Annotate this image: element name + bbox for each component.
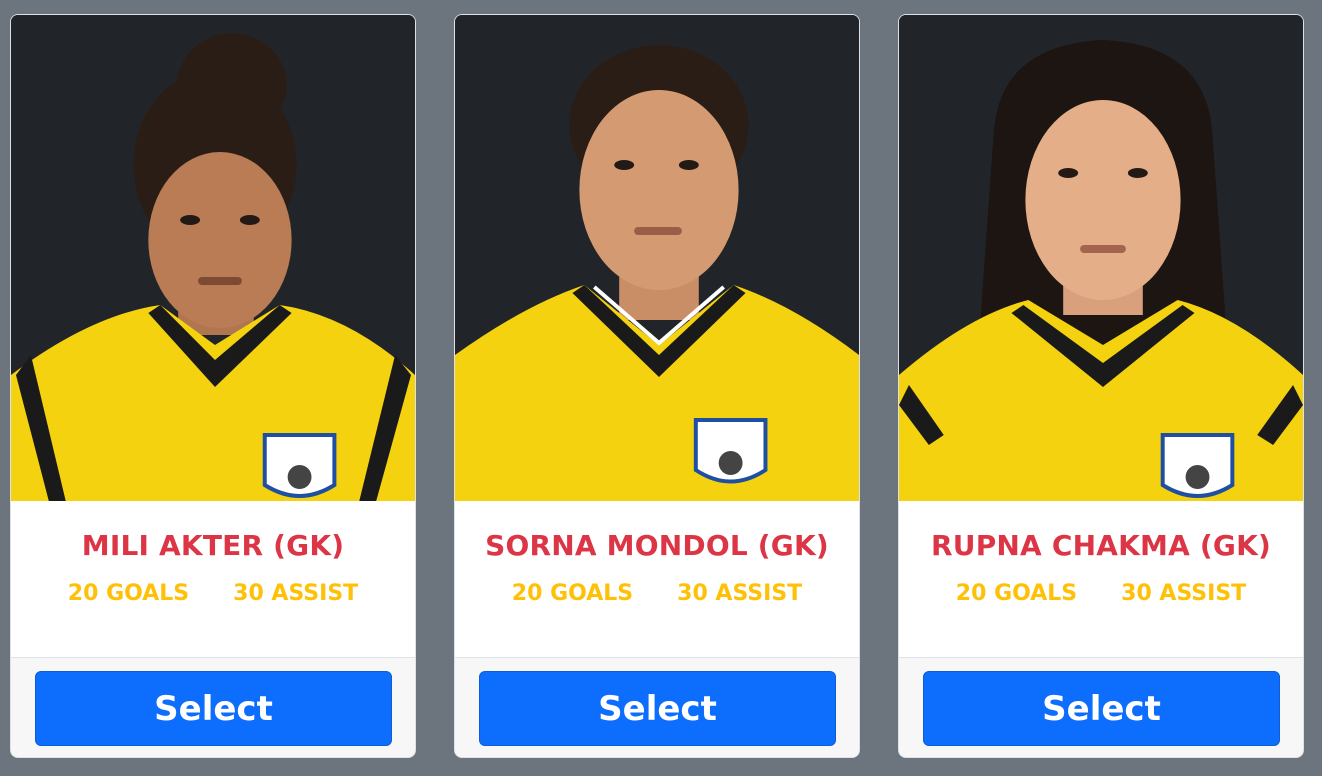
card-body: SORNA MONDOL (GK) 20 GOALS 30 ASSIST xyxy=(455,501,859,657)
goals-stat: 20 GOALS xyxy=(67,581,190,606)
goals-stat: 20 GOALS xyxy=(511,581,634,606)
player-stats: 20 GOALS 30 ASSIST xyxy=(11,581,415,606)
player-portrait-image xyxy=(11,15,415,501)
card-body: MILI AKTER (GK) 20 GOALS 30 ASSIST xyxy=(11,501,415,657)
player-card: RUPNA CHAKMA (GK) 20 GOALS 30 ASSIST Sele… xyxy=(898,14,1304,758)
select-button[interactable]: Select xyxy=(35,671,392,746)
card-footer: Select xyxy=(899,657,1303,757)
assist-stat: 30 ASSIST xyxy=(1121,581,1247,606)
player-stats: 20 GOALS 30 ASSIST xyxy=(899,581,1303,606)
card-footer: Select xyxy=(455,657,859,757)
player-card: SORNA MONDOL (GK) 20 GOALS 30 ASSIST Sele… xyxy=(454,14,860,758)
player-name: RUPNA CHAKMA (GK) xyxy=(931,529,1271,562)
player-portrait-image xyxy=(899,15,1303,501)
select-button[interactable]: Select xyxy=(479,671,836,746)
player-stats: 20 GOALS 30 ASSIST xyxy=(455,581,859,606)
player-photo xyxy=(11,15,415,501)
player-name: MILI AKTER (GK) xyxy=(81,529,345,562)
player-photo xyxy=(455,15,859,501)
assist-stat: 30 ASSIST xyxy=(233,581,359,606)
card-footer: Select xyxy=(11,657,415,757)
player-name: SORNA MONDOL (GK) xyxy=(485,529,829,562)
assist-stat: 30 ASSIST xyxy=(677,581,803,606)
goals-stat: 20 GOALS xyxy=(955,581,1078,606)
player-photo xyxy=(899,15,1303,501)
select-button[interactable]: Select xyxy=(923,671,1280,746)
card-body: RUPNA CHAKMA (GK) 20 GOALS 30 ASSIST xyxy=(899,501,1303,657)
player-portrait-image xyxy=(455,15,859,501)
player-card: MILI AKTER (GK) 20 GOALS 30 ASSIST Select xyxy=(10,14,416,758)
